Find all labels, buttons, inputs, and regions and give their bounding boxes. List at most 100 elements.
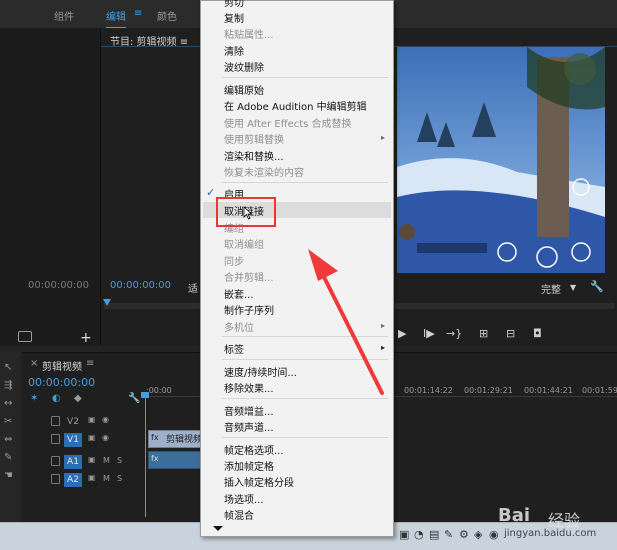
menu-item-remove-effects[interactable]: 移除效果...: [224, 380, 274, 395]
menu-item-restore-unrendered[interactable]: 恢复未渲染的内容: [224, 164, 304, 179]
playhead-icon[interactable]: [103, 299, 111, 306]
tab-color[interactable]: 颜色: [157, 8, 177, 23]
track-name[interactable]: V1: [64, 433, 82, 447]
menu-item-frame-blend[interactable]: 帧混合: [224, 507, 254, 522]
close-icon[interactable]: ×: [30, 358, 38, 369]
eye-icon[interactable]: ◉: [102, 433, 109, 442]
game-scene-image: [397, 47, 605, 273]
menu-item-edit-original[interactable]: 编辑原始: [224, 82, 264, 97]
menu-item-add-frame-hold[interactable]: 添加帧定格: [224, 458, 274, 473]
menu-item-speed-duration[interactable]: 速度/持续时间...: [224, 364, 297, 379]
timeline-menu-icon[interactable]: ≡: [86, 358, 94, 369]
fit-dropdown[interactable]: 适: [188, 280, 198, 295]
chevron-down-icon[interactable]: ▼: [570, 283, 576, 292]
mute-button[interactable]: M: [103, 474, 110, 483]
selection-tool-icon[interactable]: ↖: [4, 362, 12, 373]
overwrite-button[interactable]: ⊟: [506, 327, 515, 340]
menu-item-multi-camera[interactable]: 多机位: [224, 319, 254, 334]
fx-badge: fx: [151, 433, 159, 442]
menu-item-edit-in-audition[interactable]: 在 Adobe Audition 中编辑剪辑: [224, 98, 367, 113]
menu-item-audio-channels[interactable]: 音频声道...: [224, 419, 274, 434]
menu-item-label[interactable]: 标签: [224, 341, 244, 356]
solo-button[interactable]: S: [117, 456, 122, 465]
menu-item-ungroup[interactable]: 取消编组: [224, 236, 264, 251]
menu-item-insert-frame-hold-segment[interactable]: 插入帧定格分段: [224, 474, 294, 489]
menu-item-nest[interactable]: 嵌套...: [224, 286, 254, 301]
razor-tool-icon[interactable]: ✂: [4, 416, 12, 427]
lock-icon[interactable]: [51, 434, 60, 444]
tray-icon[interactable]: ▤: [429, 528, 439, 541]
mute-button[interactable]: M: [103, 456, 110, 465]
menu-item-replace-with-clip[interactable]: 使用剪辑替换: [224, 131, 284, 146]
ruler-label: 00:01:59:21: [582, 386, 617, 395]
ruler-label: 00:01:14:22: [404, 386, 453, 395]
menu-item-audio-gain[interactable]: 音频增益...: [224, 403, 274, 418]
lock-icon[interactable]: [51, 474, 60, 484]
wrench-icon[interactable]: 🔧: [590, 280, 604, 293]
program-timecode[interactable]: 00:00:00:00: [110, 280, 171, 291]
sync-lock-icon[interactable]: ▣: [88, 433, 96, 442]
tray-icon[interactable]: ✎: [444, 528, 453, 541]
tray-icon[interactable]: ◔: [414, 528, 424, 541]
lock-icon[interactable]: [51, 416, 60, 426]
tray-icon[interactable]: ⚙: [459, 528, 469, 541]
lock-icon[interactable]: [51, 456, 60, 466]
step-forward-button[interactable]: I▶: [423, 327, 435, 340]
snap-icon[interactable]: ✶: [30, 393, 38, 404]
menu-item-clear[interactable]: 清除: [224, 43, 244, 58]
tray-icon[interactable]: ◉: [489, 528, 499, 541]
menu-item-field-options[interactable]: 场选项...: [224, 491, 264, 506]
timeline-title[interactable]: 剪辑视频: [42, 358, 82, 373]
eye-icon[interactable]: ◉: [102, 415, 109, 424]
track-select-tool-icon[interactable]: ⇶: [4, 380, 12, 391]
tab-assembly[interactable]: 组件: [54, 8, 74, 23]
ripple-edit-tool-icon[interactable]: ↔: [4, 398, 12, 409]
menu-separator: [222, 182, 388, 183]
tray-icon[interactable]: ▣: [399, 528, 409, 541]
menu-item-replace-with-ae[interactable]: 使用 After Effects 合成替换: [224, 115, 352, 130]
timeline-playhead[interactable]: [145, 397, 146, 517]
linked-selection-icon[interactable]: ◐: [52, 393, 61, 404]
tray-icon[interactable]: ◈: [474, 528, 482, 541]
menu-item-copy[interactable]: 复制: [224, 10, 244, 25]
source-timecode: 00:00:00:00: [28, 280, 90, 291]
add-button[interactable]: +: [80, 330, 92, 346]
menu-scroll-down-icon[interactable]: [213, 526, 223, 531]
ruler-label: 00:01:29:21: [464, 386, 513, 395]
track-header-a2: A2 ▣ M S: [22, 471, 145, 489]
menu-item-ripple-delete[interactable]: 波纹删除: [224, 59, 264, 74]
timeline-timecode[interactable]: 00:00:00:00: [28, 376, 95, 389]
export-frame-button[interactable]: ◘: [533, 327, 542, 340]
tab-editing[interactable]: 编辑: [106, 8, 126, 29]
menu-item-render-and-replace[interactable]: 渲染和替换...: [224, 148, 284, 163]
insert-button[interactable]: ⊞: [479, 327, 488, 340]
baidu-logo: Bai: [498, 505, 531, 526]
sync-lock-icon[interactable]: ▣: [88, 473, 96, 482]
sync-lock-icon[interactable]: ▣: [88, 415, 96, 424]
menu-item-paste-attributes[interactable]: 粘贴属性...: [224, 26, 274, 41]
go-to-out-button[interactable]: →}: [446, 327, 462, 340]
track-header-v2: V2 ▣ ◉: [22, 413, 145, 431]
hand-tool-icon[interactable]: ☚: [4, 470, 13, 481]
source-monitor: [0, 28, 101, 346]
slip-tool-icon[interactable]: ⇔: [4, 434, 12, 445]
submenu-arrow-icon: ▸: [381, 133, 386, 142]
playback-quality-dropdown[interactable]: 完整: [541, 281, 561, 296]
menu-item-make-subsequence[interactable]: 制作子序列: [224, 302, 274, 317]
track-name[interactable]: A2: [64, 473, 82, 487]
pen-tool-icon[interactable]: ✎: [4, 452, 12, 463]
marker-icon[interactable]: ◆: [74, 393, 82, 404]
track-name[interactable]: A1: [64, 455, 82, 469]
fx-badge: fx: [151, 454, 159, 463]
sync-lock-icon[interactable]: ▣: [88, 455, 96, 464]
editing-menu-icon[interactable]: ≡: [134, 8, 142, 19]
solo-button[interactable]: S: [117, 474, 122, 483]
ruler-label: 00:01:44:21: [524, 386, 573, 395]
menu-item-frame-hold-options[interactable]: 帧定格选项...: [224, 442, 284, 457]
menu-item-synchronize[interactable]: 同步: [224, 253, 244, 268]
timeline-wrench-icon[interactable]: 🔧: [128, 393, 140, 404]
camera-icon[interactable]: [18, 331, 32, 342]
menu-item-cut[interactable]: 剪切: [224, 0, 244, 9]
menu-item-merge-clips[interactable]: 合并剪辑...: [224, 269, 274, 284]
track-name[interactable]: V2: [64, 415, 82, 429]
